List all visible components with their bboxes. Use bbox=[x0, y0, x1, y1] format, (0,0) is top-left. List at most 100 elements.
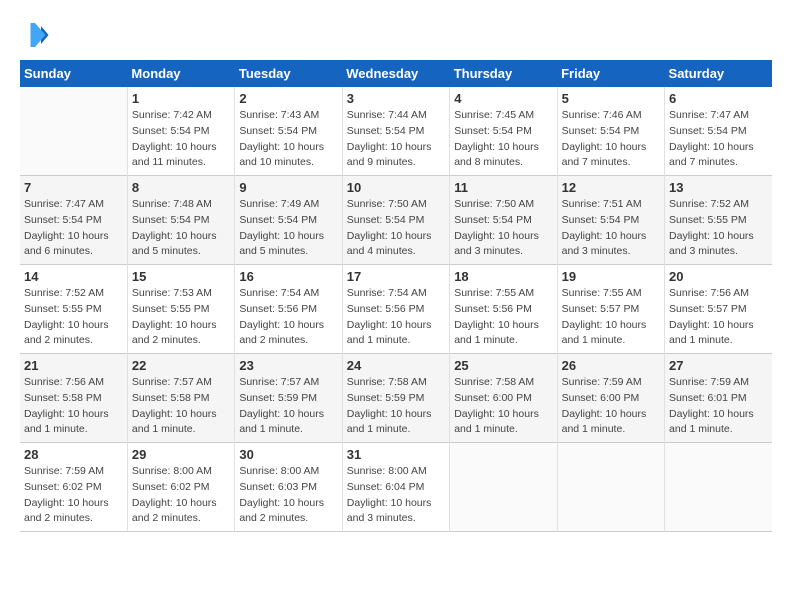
calendar-cell: 9 Sunrise: 7:49 AMSunset: 5:54 PMDayligh… bbox=[235, 176, 342, 265]
day-detail: Sunrise: 7:43 AMSunset: 5:54 PMDaylight:… bbox=[239, 108, 337, 171]
day-detail: Sunrise: 7:50 AMSunset: 5:54 PMDaylight:… bbox=[454, 197, 552, 260]
day-detail: Sunrise: 7:57 AMSunset: 5:59 PMDaylight:… bbox=[239, 375, 337, 438]
calendar-cell: 13 Sunrise: 7:52 AMSunset: 5:55 PMDaylig… bbox=[665, 176, 772, 265]
day-detail: Sunrise: 7:52 AMSunset: 5:55 PMDaylight:… bbox=[669, 197, 768, 260]
day-number: 12 bbox=[562, 180, 660, 195]
day-detail: Sunrise: 7:59 AMSunset: 6:00 PMDaylight:… bbox=[562, 375, 660, 438]
day-number: 29 bbox=[132, 447, 230, 462]
day-detail: Sunrise: 8:00 AMSunset: 6:03 PMDaylight:… bbox=[239, 464, 337, 527]
calendar-cell: 6 Sunrise: 7:47 AMSunset: 5:54 PMDayligh… bbox=[665, 87, 772, 176]
day-number: 22 bbox=[132, 358, 230, 373]
day-detail: Sunrise: 7:45 AMSunset: 5:54 PMDaylight:… bbox=[454, 108, 552, 171]
day-detail: Sunrise: 7:47 AMSunset: 5:54 PMDaylight:… bbox=[669, 108, 768, 171]
col-header-friday: Friday bbox=[557, 60, 664, 87]
page-header bbox=[20, 20, 772, 50]
calendar-cell: 10 Sunrise: 7:50 AMSunset: 5:54 PMDaylig… bbox=[342, 176, 449, 265]
day-number: 21 bbox=[24, 358, 123, 373]
calendar-table: SundayMondayTuesdayWednesdayThursdayFrid… bbox=[20, 60, 772, 532]
col-header-wednesday: Wednesday bbox=[342, 60, 449, 87]
header-row: SundayMondayTuesdayWednesdayThursdayFrid… bbox=[20, 60, 772, 87]
col-header-monday: Monday bbox=[127, 60, 234, 87]
calendar-cell: 30 Sunrise: 8:00 AMSunset: 6:03 PMDaylig… bbox=[235, 443, 342, 532]
day-number: 19 bbox=[562, 269, 660, 284]
day-number: 24 bbox=[347, 358, 445, 373]
col-header-sunday: Sunday bbox=[20, 60, 127, 87]
day-number: 23 bbox=[239, 358, 337, 373]
calendar-cell: 18 Sunrise: 7:55 AMSunset: 5:56 PMDaylig… bbox=[450, 265, 557, 354]
calendar-cell: 2 Sunrise: 7:43 AMSunset: 5:54 PMDayligh… bbox=[235, 87, 342, 176]
day-detail: Sunrise: 7:46 AMSunset: 5:54 PMDaylight:… bbox=[562, 108, 660, 171]
day-number: 5 bbox=[562, 91, 660, 106]
day-number: 1 bbox=[132, 91, 230, 106]
day-detail: Sunrise: 7:49 AMSunset: 5:54 PMDaylight:… bbox=[239, 197, 337, 260]
day-number: 8 bbox=[132, 180, 230, 195]
day-detail: Sunrise: 8:00 AMSunset: 6:02 PMDaylight:… bbox=[132, 464, 230, 527]
calendar-cell: 14 Sunrise: 7:52 AMSunset: 5:55 PMDaylig… bbox=[20, 265, 127, 354]
day-number: 11 bbox=[454, 180, 552, 195]
day-detail: Sunrise: 7:54 AMSunset: 5:56 PMDaylight:… bbox=[239, 286, 337, 349]
day-number: 15 bbox=[132, 269, 230, 284]
day-number: 25 bbox=[454, 358, 552, 373]
day-detail: Sunrise: 7:44 AMSunset: 5:54 PMDaylight:… bbox=[347, 108, 445, 171]
logo bbox=[20, 20, 54, 50]
calendar-cell: 29 Sunrise: 8:00 AMSunset: 6:02 PMDaylig… bbox=[127, 443, 234, 532]
calendar-cell: 12 Sunrise: 7:51 AMSunset: 5:54 PMDaylig… bbox=[557, 176, 664, 265]
day-detail: Sunrise: 7:42 AMSunset: 5:54 PMDaylight:… bbox=[132, 108, 230, 171]
day-detail: Sunrise: 7:56 AMSunset: 5:57 PMDaylight:… bbox=[669, 286, 768, 349]
calendar-cell: 23 Sunrise: 7:57 AMSunset: 5:59 PMDaylig… bbox=[235, 354, 342, 443]
calendar-cell: 27 Sunrise: 7:59 AMSunset: 6:01 PMDaylig… bbox=[665, 354, 772, 443]
day-number: 16 bbox=[239, 269, 337, 284]
day-number: 30 bbox=[239, 447, 337, 462]
calendar-cell: 24 Sunrise: 7:58 AMSunset: 5:59 PMDaylig… bbox=[342, 354, 449, 443]
day-detail: Sunrise: 7:48 AMSunset: 5:54 PMDaylight:… bbox=[132, 197, 230, 260]
day-number: 31 bbox=[347, 447, 445, 462]
calendar-week-2: 14 Sunrise: 7:52 AMSunset: 5:55 PMDaylig… bbox=[20, 265, 772, 354]
day-detail: Sunrise: 7:55 AMSunset: 5:56 PMDaylight:… bbox=[454, 286, 552, 349]
day-number: 4 bbox=[454, 91, 552, 106]
calendar-week-3: 21 Sunrise: 7:56 AMSunset: 5:58 PMDaylig… bbox=[20, 354, 772, 443]
calendar-cell: 25 Sunrise: 7:58 AMSunset: 6:00 PMDaylig… bbox=[450, 354, 557, 443]
day-detail: Sunrise: 7:50 AMSunset: 5:54 PMDaylight:… bbox=[347, 197, 445, 260]
day-number: 14 bbox=[24, 269, 123, 284]
calendar-cell: 17 Sunrise: 7:54 AMSunset: 5:56 PMDaylig… bbox=[342, 265, 449, 354]
col-header-thursday: Thursday bbox=[450, 60, 557, 87]
calendar-cell: 5 Sunrise: 7:46 AMSunset: 5:54 PMDayligh… bbox=[557, 87, 664, 176]
day-number: 20 bbox=[669, 269, 768, 284]
calendar-cell bbox=[665, 443, 772, 532]
day-number: 13 bbox=[669, 180, 768, 195]
day-number: 27 bbox=[669, 358, 768, 373]
logo-icon bbox=[20, 20, 50, 50]
calendar-cell bbox=[450, 443, 557, 532]
calendar-week-0: 1 Sunrise: 7:42 AMSunset: 5:54 PMDayligh… bbox=[20, 87, 772, 176]
day-detail: Sunrise: 7:56 AMSunset: 5:58 PMDaylight:… bbox=[24, 375, 123, 438]
calendar-cell: 1 Sunrise: 7:42 AMSunset: 5:54 PMDayligh… bbox=[127, 87, 234, 176]
day-number: 18 bbox=[454, 269, 552, 284]
day-number: 9 bbox=[239, 180, 337, 195]
calendar-cell: 20 Sunrise: 7:56 AMSunset: 5:57 PMDaylig… bbox=[665, 265, 772, 354]
day-detail: Sunrise: 7:53 AMSunset: 5:55 PMDaylight:… bbox=[132, 286, 230, 349]
calendar-cell: 21 Sunrise: 7:56 AMSunset: 5:58 PMDaylig… bbox=[20, 354, 127, 443]
day-number: 28 bbox=[24, 447, 123, 462]
calendar-cell: 26 Sunrise: 7:59 AMSunset: 6:00 PMDaylig… bbox=[557, 354, 664, 443]
calendar-cell: 3 Sunrise: 7:44 AMSunset: 5:54 PMDayligh… bbox=[342, 87, 449, 176]
day-number: 7 bbox=[24, 180, 123, 195]
day-number: 2 bbox=[239, 91, 337, 106]
calendar-cell bbox=[557, 443, 664, 532]
day-number: 17 bbox=[347, 269, 445, 284]
day-detail: Sunrise: 7:47 AMSunset: 5:54 PMDaylight:… bbox=[24, 197, 123, 260]
calendar-cell: 15 Sunrise: 7:53 AMSunset: 5:55 PMDaylig… bbox=[127, 265, 234, 354]
calendar-cell: 28 Sunrise: 7:59 AMSunset: 6:02 PMDaylig… bbox=[20, 443, 127, 532]
day-detail: Sunrise: 7:54 AMSunset: 5:56 PMDaylight:… bbox=[347, 286, 445, 349]
day-detail: Sunrise: 8:00 AMSunset: 6:04 PMDaylight:… bbox=[347, 464, 445, 527]
calendar-cell: 11 Sunrise: 7:50 AMSunset: 5:54 PMDaylig… bbox=[450, 176, 557, 265]
calendar-week-4: 28 Sunrise: 7:59 AMSunset: 6:02 PMDaylig… bbox=[20, 443, 772, 532]
day-number: 10 bbox=[347, 180, 445, 195]
day-detail: Sunrise: 7:59 AMSunset: 6:02 PMDaylight:… bbox=[24, 464, 123, 527]
calendar-cell: 8 Sunrise: 7:48 AMSunset: 5:54 PMDayligh… bbox=[127, 176, 234, 265]
calendar-cell: 7 Sunrise: 7:47 AMSunset: 5:54 PMDayligh… bbox=[20, 176, 127, 265]
calendar-cell: 19 Sunrise: 7:55 AMSunset: 5:57 PMDaylig… bbox=[557, 265, 664, 354]
day-detail: Sunrise: 7:52 AMSunset: 5:55 PMDaylight:… bbox=[24, 286, 123, 349]
calendar-cell: 31 Sunrise: 8:00 AMSunset: 6:04 PMDaylig… bbox=[342, 443, 449, 532]
day-number: 6 bbox=[669, 91, 768, 106]
calendar-cell: 22 Sunrise: 7:57 AMSunset: 5:58 PMDaylig… bbox=[127, 354, 234, 443]
